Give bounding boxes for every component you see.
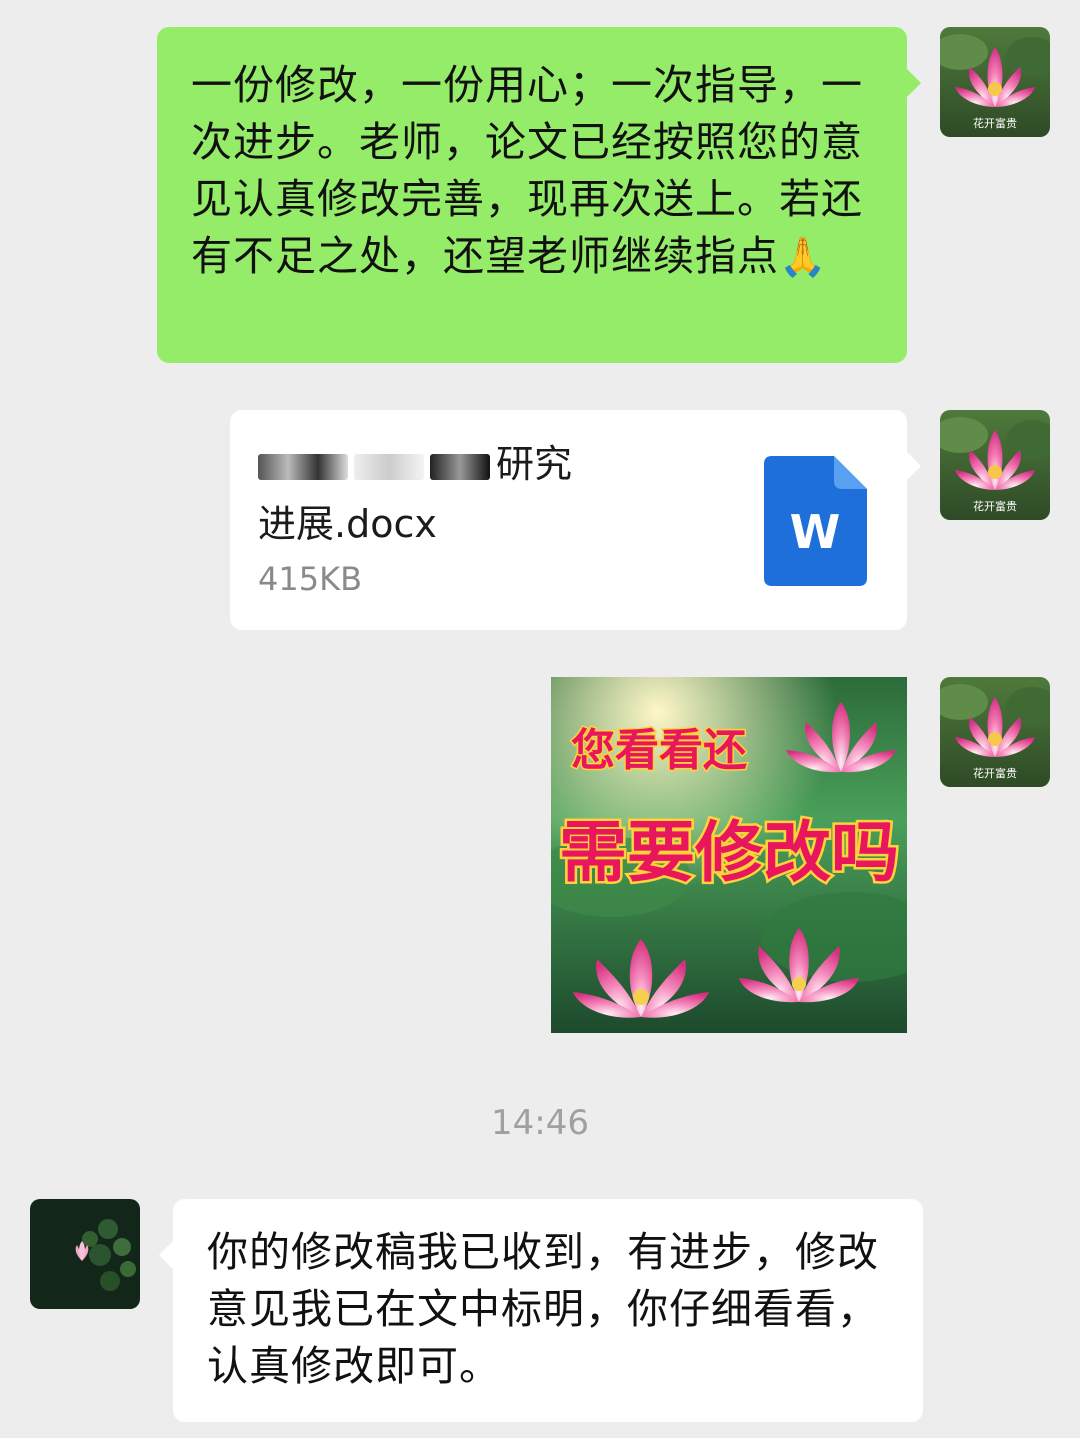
redacted-text (430, 453, 490, 480)
sent-message-bubble[interactable]: 一份修改，一份用心；一次指导，一次进步。老师，论文已经按照您的意见认真修改完善，… (157, 27, 921, 363)
avatar-caption: 花开富贵 (973, 499, 1017, 513)
file-name-line1: 研究 (496, 442, 573, 486)
contact-avatar[interactable] (30, 1199, 140, 1309)
praying-hands-emoji: 🙏 (779, 235, 828, 279)
self-avatar[interactable]: 花开富贵 (940, 27, 1050, 137)
sent-message-content: 一份修改，一份用心；一次指导，一次进步。老师，论文已经按照您的意见认真修改完善，… (191, 61, 863, 280)
avatar-caption: 花开富贵 (973, 116, 1017, 130)
sent-message-text: 一份修改，一份用心；一次指导，一次进步。老师，论文已经按照您的意见认真修改完善，… (191, 57, 877, 286)
self-avatar[interactable]: 花开富贵 (940, 410, 1050, 520)
avatar-caption: 花开富贵 (973, 766, 1017, 780)
word-document-icon: W (764, 456, 867, 590)
received-message-bubble[interactable]: 你的修改稿我已收到，有进步，修改意见我已在文中标明，你仔细看看，认真修改即可。 (159, 1199, 923, 1422)
received-message-text: 你的修改稿我已收到，有进步，修改意见我已在文中标明，你仔细看看，认真修改即可。 (207, 1228, 879, 1390)
file-message-card[interactable]: 研究 进展.docx 415KB W (230, 410, 921, 630)
file-size: 415KB (258, 560, 363, 598)
redacted-text (354, 453, 424, 480)
self-avatar[interactable]: 花开富贵 (940, 677, 1050, 787)
redacted-text (258, 453, 348, 480)
file-name-line2: 进展.docx (258, 502, 437, 546)
word-icon-letter: W (790, 505, 841, 559)
sticker-text-line2: 需要修改吗 (559, 813, 899, 891)
sticker-text-line1: 您看看还 (571, 725, 748, 776)
lotus-sticker-image[interactable]: 您看看还 需要修改吗 (551, 677, 907, 1033)
file-name: 研究 进展.docx (258, 434, 728, 554)
message-timestamp: 14:46 (491, 1103, 589, 1143)
